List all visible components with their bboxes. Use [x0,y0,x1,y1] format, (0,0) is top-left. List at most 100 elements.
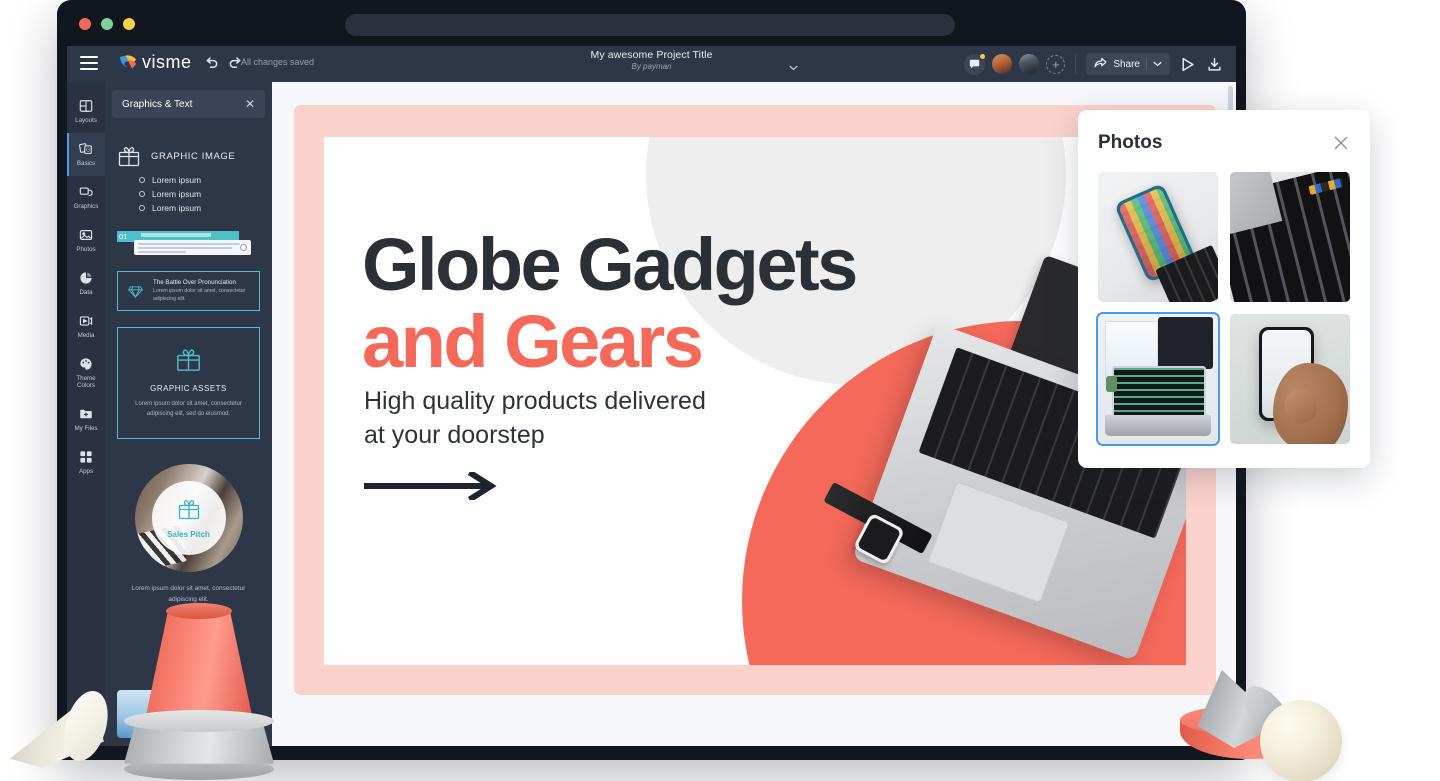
minimize-window-button[interactable] [123,18,135,30]
sales-pitch-badge: Sales Pitch [151,481,226,555]
photo-thumbnail[interactable] [1098,172,1218,302]
list-item: Lorem ipsum [139,189,260,199]
sales-pitch-label: Sales Pitch [167,530,210,539]
slide-title-line1: Globe Gadgets [362,223,858,306]
gift-icon [117,144,141,168]
sidebar-item-data[interactable]: Data [67,262,105,305]
photo-thumbnail-selected[interactable] [1096,312,1220,446]
graphic-image-item[interactable]: GRAPHIC IMAGE Lorem ipsum Lorem ipsum Lo… [117,144,260,213]
share-label: Share [1113,58,1140,70]
panel-header: Graphics & Text ✕ [112,90,265,118]
graphic-assets-heading: GRAPHIC ASSETS [150,384,227,394]
slide-subtitle-line2: at your doorstep [364,420,545,449]
sidebar-item-graphics[interactable]: Graphics [67,176,105,219]
sidebar-item-label: Data [79,288,93,296]
sidebar-item-media[interactable]: Media [67,305,105,348]
numbered-template-item[interactable]: 01 [117,231,260,257]
maximize-window-button[interactable] [101,18,113,30]
top-bar-actions: + Share [964,46,1224,82]
layouts-icon [79,99,94,114]
diamond-card-item[interactable]: The Battle Over Pronunciation Lorem ipsu… [117,271,260,311]
divider [1075,55,1077,73]
sidebar-item-label: Layouts [75,116,97,124]
media-video-icon [79,314,94,329]
slide-subtitle[interactable]: High quality products delivered at your … [364,385,706,453]
project-chevron-down-icon[interactable] [789,58,798,71]
photos-icon [79,228,94,243]
apps-grid-icon [79,450,94,465]
sidebar-item-apps[interactable]: Apps [67,441,105,484]
cream-sphere-decoration [1260,700,1342,781]
close-icon[interactable]: ✕ [245,98,255,110]
gear-icon [240,244,247,251]
undo-icon[interactable] [204,55,219,70]
coral-grey-cone-decoration [108,603,290,780]
photos-popover-title: Photos [1098,132,1163,153]
close-window-button[interactable] [79,18,91,30]
graphic-image-bullets: Lorem ipsum Lorem ipsum Lorem ipsum [117,175,260,213]
slide-canvas[interactable]: Globe Gadgets and Gears High quality pro… [324,137,1186,665]
app-top-bar: visme All changes saved My awesome Proje… [67,46,1236,82]
photos-popover[interactable]: Photos [1078,110,1370,468]
hamburger-icon[interactable] [80,56,98,70]
play-icon[interactable] [1177,54,1197,74]
data-chart-icon [79,271,94,286]
divider [1146,57,1147,71]
browser-chrome [57,0,1246,46]
sidebar-item-label: Apps [78,467,94,475]
share-arrow-icon [1094,57,1107,71]
palette-icon [79,357,94,372]
numbered-index: 01 [119,232,128,241]
arrow-right-icon[interactable] [363,469,498,503]
panel-title: Graphics & Text [122,98,193,110]
sidebar-item-label: Photos [76,245,96,253]
list-item: Lorem ipsum [139,175,260,185]
folder-icon [79,407,94,422]
sidebar-item-label: My Files [74,424,98,432]
diamond-card-heading: The Battle Over Pronunciation [153,278,236,286]
sidebar-item-photos[interactable]: Photos [67,219,105,262]
history-controls[interactable] [204,55,243,70]
download-icon[interactable] [1204,54,1224,74]
bullet-label: Lorem ipsum [152,175,202,185]
visme-mark-icon [118,54,138,72]
sidebar-item-label: Media [77,331,95,339]
sidebar-item-my-files[interactable]: My Files [67,398,105,441]
numbered-label-placeholder [141,232,211,237]
svg-text:G: G [86,148,90,154]
photos-grid [1096,172,1350,446]
visme-wordmark: visme [142,52,192,72]
notification-badge [979,52,987,60]
basics-icon: G [79,142,94,157]
left-tool-rail: Layouts G Basics Graphics Photos Data Me… [67,82,105,746]
sidebar-item-label: Basics [76,159,96,167]
sales-pitch-item[interactable]: Sales Pitch [134,464,243,572]
cream-cone-left-decoration [8,685,116,768]
comment-icon[interactable] [964,52,987,75]
sidebar-item-label: Graphics [73,202,99,210]
sidebar-item-theme-colors[interactable]: Theme Colors [67,348,105,398]
window-controls[interactable] [79,18,135,30]
sidebar-item-basics[interactable]: G Basics [67,133,105,176]
slide-title[interactable]: Globe Gadgets and Gears [362,223,858,381]
photo-thumbnail[interactable] [1230,314,1350,444]
visme-logo[interactable]: visme [118,52,192,73]
graphic-assets-item[interactable]: GRAPHIC ASSETS Lorem ipsum dolor sit ame… [117,327,260,439]
numbered-card [134,240,251,255]
screenshot-root: visme All changes saved My awesome Proje… [0,0,1440,781]
share-button[interactable]: Share [1086,53,1170,75]
avatar[interactable] [992,54,1013,74]
photo-thumbnail[interactable] [1230,172,1350,302]
diamond-card-body: Lorem ipsum dolor sit amet, consectetur … [153,287,246,302]
bullet-label: Lorem ipsum [152,203,202,213]
save-status: All changes saved [241,57,315,67]
address-bar[interactable] [345,14,955,36]
avatar[interactable] [1019,54,1040,74]
sidebar-item-label: Theme Colors [76,374,96,389]
gift-icon [177,497,201,526]
add-person-icon[interactable]: + [1046,54,1066,74]
diamond-icon [127,283,144,300]
close-icon[interactable] [1332,134,1350,152]
chevron-down-icon[interactable] [1153,59,1162,70]
sidebar-item-layouts[interactable]: Layouts [67,90,105,133]
